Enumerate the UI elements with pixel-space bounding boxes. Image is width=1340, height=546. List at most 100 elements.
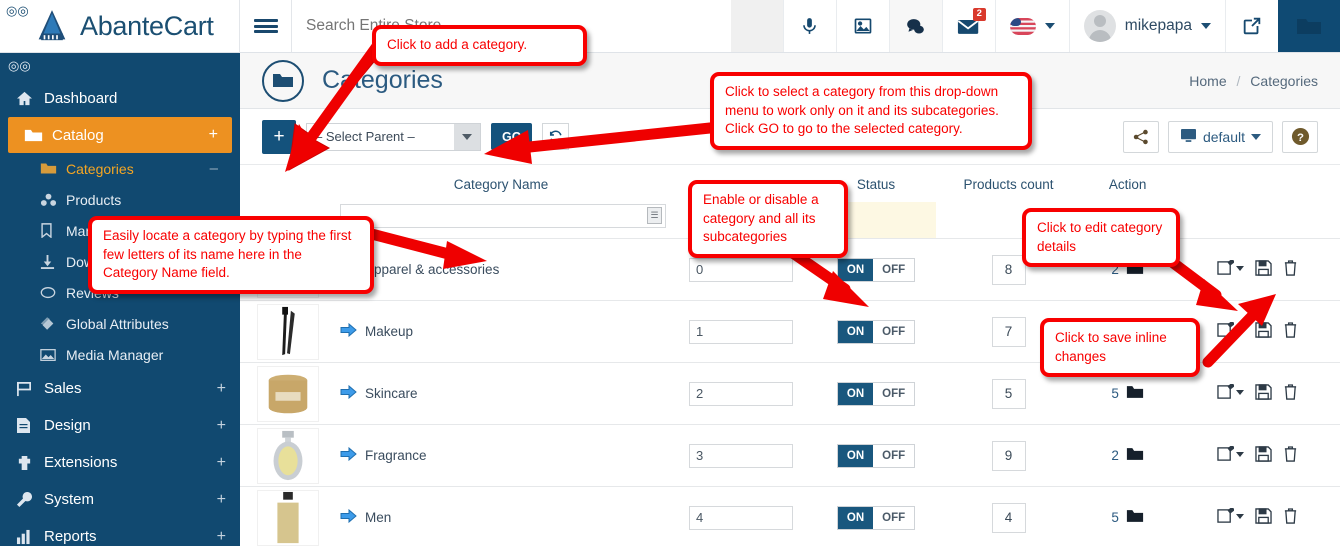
- category-name-label[interactable]: Fragrance: [365, 448, 427, 463]
- row-thumbnail-cell: [240, 425, 336, 487]
- delete-icon[interactable]: [1283, 384, 1298, 400]
- delete-icon[interactable]: [1283, 260, 1298, 276]
- products-count-label: 2: [1111, 448, 1119, 463]
- top-icon-group: 2 mikepapa: [782, 0, 1278, 52]
- expand-plus-icon[interactable]: +: [217, 528, 226, 546]
- sidebar-item-catalog[interactable]: Catalog +: [8, 117, 232, 153]
- products-count-label: 5: [1111, 386, 1119, 401]
- status-off-option[interactable]: OFF: [873, 382, 915, 405]
- category-name-label[interactable]: Makeup: [365, 324, 413, 339]
- sidebar-item-label: Extensions: [44, 454, 118, 471]
- sidebar-item-system[interactable]: System +: [0, 481, 240, 518]
- status-toggle[interactable]: ON OFF: [836, 443, 916, 468]
- expand-plus-icon[interactable]: +: [217, 380, 226, 398]
- language-selector[interactable]: [994, 0, 1069, 52]
- document-icon: [16, 417, 44, 434]
- status-toggle[interactable]: ON OFF: [836, 505, 916, 530]
- th-action: Action: [1081, 165, 1175, 202]
- edit-icon[interactable]: [1216, 384, 1244, 400]
- image-gallery-icon[interactable]: [835, 0, 889, 52]
- sidebar-item-extensions[interactable]: Extensions +: [0, 444, 240, 481]
- brand-area: ◎◎ AbanteCart: [0, 0, 240, 52]
- blue-arrow-icon: [340, 384, 357, 402]
- category-name-label[interactable]: Skincare: [365, 386, 418, 401]
- expand-plus-icon[interactable]: +: [217, 417, 226, 435]
- folder-open-icon[interactable]: [1126, 385, 1144, 402]
- save-icon[interactable]: [1254, 260, 1272, 276]
- sidebar-item-sales[interactable]: Sales +: [0, 370, 240, 407]
- sidebar-collapse-toggle-icon[interactable]: ◎◎: [6, 4, 29, 17]
- row-thumbnail-cell: [240, 363, 336, 425]
- perfume-bottle-thumbnail: [257, 427, 319, 484]
- status-toggle[interactable]: ON OFF: [836, 319, 916, 344]
- chat-bubbles-icon[interactable]: [888, 0, 942, 52]
- status-on-option[interactable]: ON: [837, 506, 874, 529]
- category-count-box: 8: [991, 254, 1026, 285]
- expand-plus-icon[interactable]: +: [217, 454, 226, 472]
- folder-open-icon[interactable]: [1126, 447, 1144, 464]
- save-icon[interactable]: [1254, 446, 1272, 462]
- cologne-thumbnail: [257, 489, 319, 546]
- sidebar-item-design[interactable]: Design +: [0, 407, 240, 444]
- mail-envelope-icon[interactable]: 2: [941, 0, 995, 52]
- share-icon[interactable]: [1122, 120, 1159, 153]
- row-thumbnail-cell: [240, 301, 336, 363]
- resize-grip-icon[interactable]: ☰: [647, 207, 662, 224]
- row-action-cell: [1174, 487, 1340, 546]
- delete-icon[interactable]: [1283, 446, 1298, 462]
- status-off-option[interactable]: OFF: [873, 320, 915, 343]
- sort-order-input[interactable]: [689, 443, 793, 468]
- storefront-label: default: [1202, 128, 1245, 145]
- sidebar-item-reports[interactable]: Reports +: [0, 518, 240, 546]
- status-off-option[interactable]: OFF: [873, 506, 915, 529]
- th-products-count[interactable]: Products count: [936, 165, 1081, 202]
- breadcrumb-separator: /: [1236, 72, 1241, 89]
- sidebar-item-dashboard[interactable]: Dashboard: [0, 80, 240, 117]
- microphone-icon[interactable]: [782, 0, 836, 52]
- status-on-option[interactable]: ON: [837, 444, 874, 467]
- folder-icon: [40, 162, 66, 175]
- external-link-icon[interactable]: [1225, 0, 1278, 52]
- search-icon[interactable]: [730, 0, 783, 52]
- row-sort-cell: [666, 487, 816, 546]
- expand-plus-icon[interactable]: +: [217, 491, 226, 509]
- row-name-cell: Fragrance: [336, 425, 666, 487]
- sidebar-item-products[interactable]: Products: [0, 184, 240, 215]
- category-count-box: 5: [991, 378, 1026, 409]
- annotation-arrow-save-inline: [1202, 294, 1276, 368]
- help-icon[interactable]: ?: [1282, 120, 1318, 153]
- breadcrumb: Home / Categories: [1189, 73, 1318, 89]
- top-header-bar: ◎◎ AbanteCart Search Entire Store 2 mike…: [0, 0, 1340, 53]
- sidebar-item-label: Catalog: [52, 126, 104, 144]
- folder-icon[interactable]: [1278, 0, 1340, 52]
- home-icon: [16, 91, 44, 106]
- folder-open-icon[interactable]: [1126, 509, 1144, 526]
- status-off-option[interactable]: OFF: [873, 444, 915, 467]
- sort-order-input[interactable]: [689, 505, 793, 530]
- status-on-option[interactable]: ON: [837, 320, 874, 343]
- breadcrumb-home[interactable]: Home: [1189, 73, 1226, 89]
- status-on-option[interactable]: ON: [837, 382, 874, 405]
- sidebar-item-categories[interactable]: Categories –: [0, 153, 240, 184]
- sort-order-input[interactable]: [689, 381, 793, 406]
- status-toggle[interactable]: ON OFF: [836, 381, 916, 406]
- edit-icon[interactable]: [1216, 446, 1244, 462]
- user-menu[interactable]: mikepapa: [1068, 0, 1225, 52]
- products-count-label: 5: [1111, 510, 1119, 526]
- row-count-cell: 4: [936, 487, 1081, 546]
- edit-icon[interactable]: [1216, 508, 1244, 524]
- delete-icon[interactable]: [1283, 508, 1298, 524]
- save-icon[interactable]: [1254, 384, 1272, 400]
- table-row: Fragrance ON OFF: [240, 424, 1340, 487]
- sidebar-item-global-attributes[interactable]: Global Attributes: [0, 308, 240, 339]
- category-name-label[interactable]: Men: [365, 510, 391, 525]
- sort-order-input[interactable]: [689, 319, 793, 344]
- sidebar-toggle-icon[interactable]: ◎◎: [0, 53, 240, 80]
- storefront-select-button[interactable]: default: [1167, 120, 1273, 153]
- save-icon[interactable]: [1254, 508, 1272, 524]
- mail-badge-count: 2: [972, 8, 986, 21]
- sidebar-item-media-manager[interactable]: Media Manager: [0, 339, 240, 370]
- expand-plus-icon[interactable]: +: [209, 126, 218, 144]
- collapse-minus-icon[interactable]: –: [210, 160, 218, 177]
- sidebar-item-label: Global Attributes: [66, 315, 169, 332]
